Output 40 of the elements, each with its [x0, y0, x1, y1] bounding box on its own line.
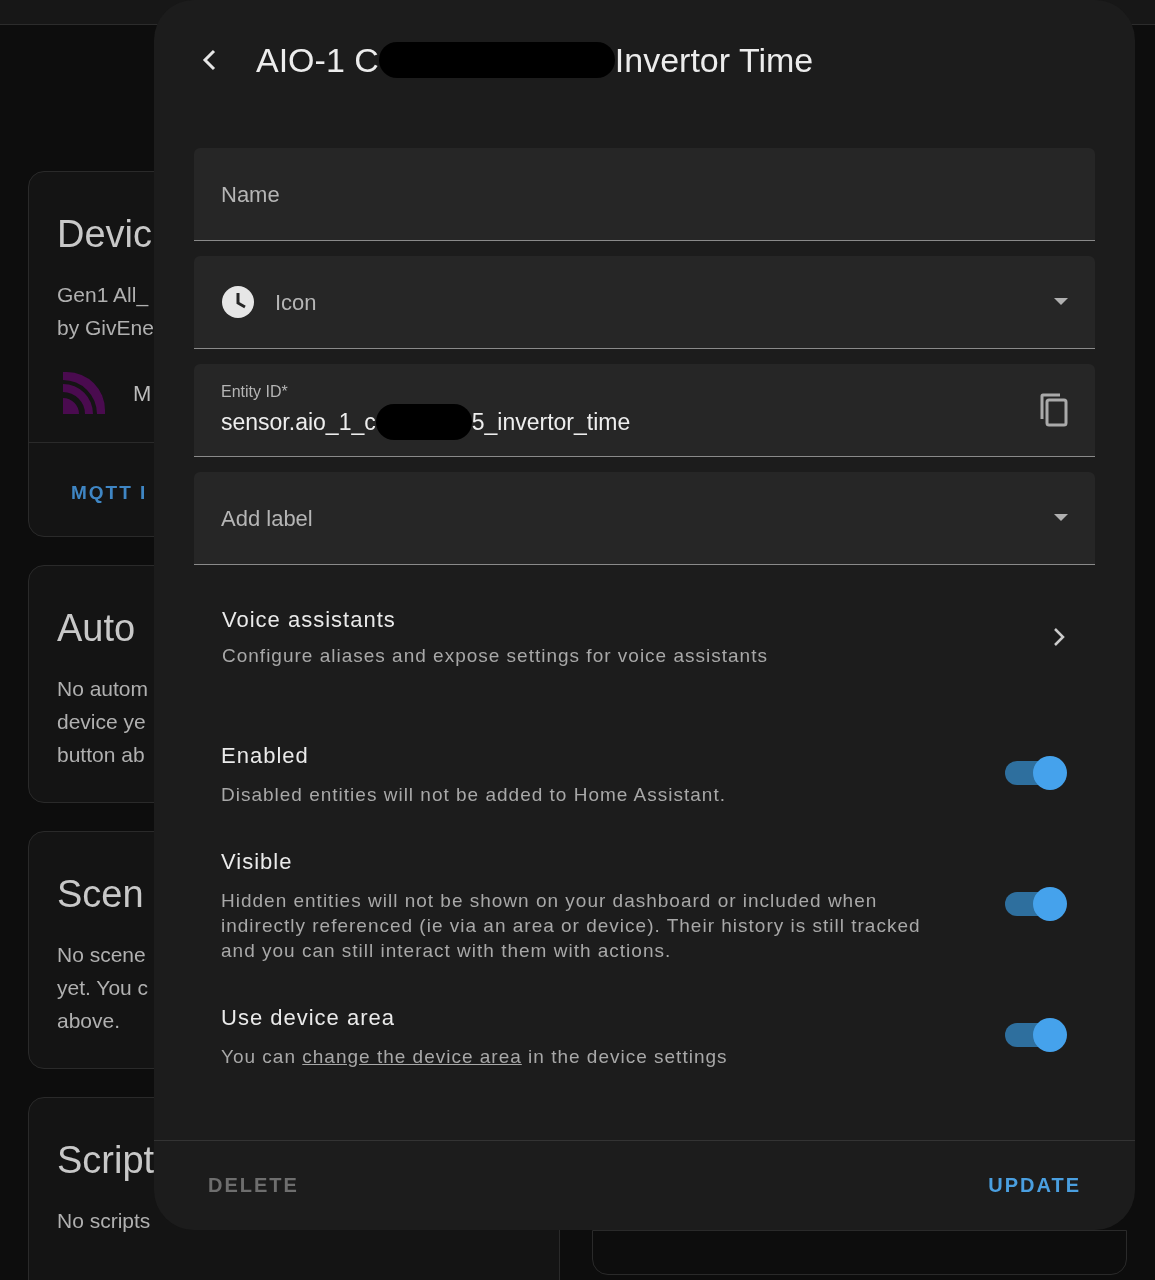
card-text: No autom [57, 675, 149, 702]
card-text: No scripts [57, 1207, 151, 1234]
toggle-switch[interactable] [1005, 755, 1067, 790]
card-text: Gen1 All_ [57, 282, 149, 309]
toggle-switch[interactable] [1005, 886, 1067, 921]
card-title: Auto [57, 605, 136, 651]
dropdown-caret-icon [1054, 298, 1068, 306]
card-text: button ab [57, 741, 145, 768]
setting-description: Hidden entities will not be shown on your dashboard or included when indirectly referenced (ie via an area or device). Their history is still tracked and you can still interact with them with actions. [221, 888, 922, 963]
card-title: Scen [57, 871, 144, 917]
integration-name: M [133, 379, 152, 408]
card-text: by GivEne [57, 315, 154, 341]
device-area-link[interactable]: change the device area [302, 1045, 522, 1067]
dropdown-caret-icon [1054, 514, 1068, 522]
copy-icon[interactable] [1040, 393, 1068, 427]
setting-description: You can change the device area in the device settings [221, 1044, 728, 1069]
card-title: Devic [57, 212, 153, 257]
toggle-switch[interactable] [1005, 1017, 1067, 1052]
chevron-right-icon [1053, 626, 1065, 647]
card-text: device ye [57, 708, 146, 735]
card-text: yet. You c [57, 974, 149, 1001]
update-button[interactable]: UPDATE [976, 1161, 1093, 1208]
card-title: Script [57, 1137, 155, 1183]
icon-field[interactable]: Icon [194, 256, 1095, 349]
clock-icon [221, 285, 255, 319]
card-text: No scene [57, 941, 146, 968]
setting-title: Use device area [221, 1003, 396, 1032]
dialog-title: AIO-1 C [256, 39, 379, 81]
back-icon[interactable] [202, 49, 216, 71]
card-text: above. [57, 1007, 121, 1034]
signal-waves-icon [63, 372, 105, 414]
setting-title: Visible [221, 847, 294, 876]
label-select[interactable]: Add label [194, 472, 1095, 565]
card-action-link[interactable]: MQTT I [71, 482, 148, 503]
voice-assistants-row[interactable]: Voice assistants Configure aliases and expose settings for voice assistants [154, 565, 1135, 711]
dialog-title: Invertor Time [614, 39, 814, 81]
setting-description: Disabled entities will not be added to Home Assistant. [221, 782, 726, 807]
name-field[interactable]: Name [194, 148, 1095, 241]
entity-id-field[interactable]: Entity ID* sensor.aio_1_c 5_invertor_time [194, 364, 1095, 457]
setting-title: Enabled [221, 741, 310, 770]
